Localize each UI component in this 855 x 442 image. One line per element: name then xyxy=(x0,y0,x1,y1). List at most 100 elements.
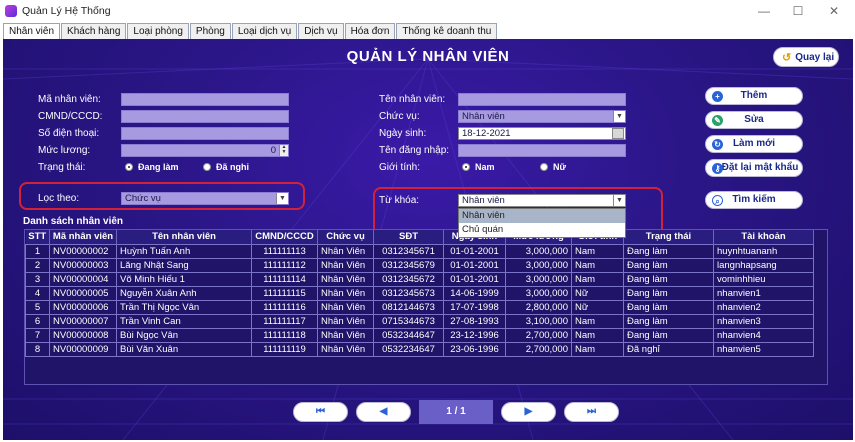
table-row[interactable]: 1 NV00000002 Huỳnh Tuấn Anh 111111113 Nhân V… xyxy=(25,243,814,259)
them-button[interactable]: + Thêm xyxy=(705,87,803,105)
table-cell: Đã nghỉ xyxy=(623,341,714,357)
table-cell: 111111113 xyxy=(251,243,318,259)
tab-nhan-vien[interactable]: Nhân viên xyxy=(3,23,61,40)
dropdown-option-nhan-vien[interactable]: Nhân viên xyxy=(459,209,625,223)
last-page-button[interactable]: ⏭ xyxy=(564,402,619,422)
table-cell: Đang làm xyxy=(623,299,714,315)
muc-luong-value: 0 xyxy=(270,145,276,156)
col-tai-khoan[interactable]: Tài khoản xyxy=(713,230,814,244)
tab-dich-vu[interactable]: Dịch vụ xyxy=(298,23,344,39)
table-cell: 7 xyxy=(25,327,50,343)
muc-luong-label: Mức lương: xyxy=(38,145,91,156)
next-page-button[interactable]: ▶ xyxy=(501,402,556,422)
table-cell: NV00000009 xyxy=(49,341,117,357)
col-sdt[interactable]: SĐT xyxy=(373,230,444,244)
table-cell: Nữ xyxy=(571,299,624,315)
col-stt[interactable]: STT xyxy=(25,230,50,244)
lam-moi-button[interactable]: ↻ Làm mới xyxy=(705,135,803,153)
ma-nhan-vien-label: Mã nhân viên: xyxy=(38,94,101,105)
edit-icon: ✎ xyxy=(712,115,723,126)
radio-nam[interactable]: Nam xyxy=(462,162,495,172)
table-cell: 14-06-1999 xyxy=(443,285,506,301)
ngay-sinh-value: 18-12-2021 xyxy=(462,128,511,139)
tu-khoa-value: Nhân viên xyxy=(462,195,505,206)
employee-panel: QUẢN LÝ NHÂN VIÊN ↺ Quay lại Mã nhân viê… xyxy=(3,39,853,440)
radio-nu[interactable]: Nữ xyxy=(540,162,566,172)
dat-lai-mat-khau-button[interactable]: ⚷ Đặt lại mật khẩu xyxy=(705,159,803,177)
close-button[interactable]: ✕ xyxy=(822,3,846,19)
table-cell: Đang làm xyxy=(623,271,714,287)
table-cell: huynhtuananh xyxy=(713,243,814,259)
prev-page-button[interactable]: ◀ xyxy=(356,402,411,422)
sua-button[interactable]: ✎ Sửa xyxy=(705,111,803,129)
table-row[interactable]: 2 NV00000003 Lăng Nhật Sang 111111112 Nhân V… xyxy=(25,257,814,273)
tab-khach-hang[interactable]: Khách hàng xyxy=(61,23,127,39)
table-cell: 01-01-2001 xyxy=(443,271,506,287)
table-cell: Nhân Viên xyxy=(317,271,374,287)
table-cell: 0312345672 xyxy=(373,271,444,287)
back-button[interactable]: ↺ Quay lại xyxy=(773,47,839,67)
table-cell: 111111118 xyxy=(251,327,318,343)
radio-dang-lam[interactable]: Đang làm xyxy=(125,162,179,172)
ten-nv-input[interactable] xyxy=(458,93,626,106)
tab-loai-dich-vu[interactable]: Loại dịch vụ xyxy=(231,23,298,39)
first-page-button[interactable]: ⏮ xyxy=(293,402,348,422)
table-cell: nhanvien1 xyxy=(713,285,814,301)
dropdown-option-chu-quan[interactable]: Chủ quán xyxy=(459,223,625,237)
pagination: ⏮ ◀ 1 / 1 ▶ ⏭ xyxy=(293,400,619,424)
table-cell: Đang làm xyxy=(623,257,714,273)
table-row[interactable]: 6 NV00000007 Trần Vinh Can 111111117 Nhân Vi… xyxy=(25,313,814,329)
table-cell: NV00000003 xyxy=(49,257,117,273)
spinner-arrows-icon[interactable]: ▲ ▼ xyxy=(279,145,288,156)
col-cmnd[interactable]: CMND/CCCD xyxy=(251,230,318,244)
tab-thong-ke[interactable]: Thống kê doanh thu xyxy=(396,23,498,39)
table-row[interactable]: 4 NV00000005 Nguyễn Xuân Anh 111111115 Nhân … xyxy=(25,285,814,301)
sdt-input[interactable] xyxy=(121,127,289,140)
table-row[interactable]: 5 NV00000006 Trần Thị Ngọc Vân 111111116 Nhâ… xyxy=(25,299,814,315)
col-ma-nv[interactable]: Mã nhân viên xyxy=(49,230,117,244)
table-cell: 0312345671 xyxy=(373,243,444,259)
tab-loai-phong[interactable]: Loại phòng xyxy=(127,23,189,39)
ma-nhan-vien-input[interactable] xyxy=(121,93,289,106)
table-row[interactable]: 7 NV00000008 Bùi Ngọc Vân 111111118 Nhân Viê… xyxy=(25,327,814,343)
table-row[interactable]: 3 NV00000004 Võ Minh Hiếu 1 111111114 Nhân V… xyxy=(25,271,814,287)
table-cell: 111111116 xyxy=(251,299,318,315)
table-cell: 0532344647 xyxy=(373,327,444,343)
col-ten-nv[interactable]: Tên nhân viên xyxy=(116,230,252,244)
employee-table: STT Mã nhân viên Tên nhân viên CMND/CCCD… xyxy=(24,229,828,385)
radio-unchecked-icon xyxy=(203,163,211,171)
ten-dang-nhap-label: Tên đăng nhập: xyxy=(379,145,450,156)
muc-luong-stepper[interactable]: 0 ▲ ▼ xyxy=(121,144,289,157)
minimize-button[interactable]: — xyxy=(752,3,776,19)
table-cell: Trần Vinh Can xyxy=(116,313,252,329)
cmnd-input[interactable] xyxy=(121,110,289,123)
table-cell: 0312345679 xyxy=(373,257,444,273)
table-cell: Trần Thị Ngọc Vân xyxy=(116,299,252,315)
tu-khoa-select[interactable]: Nhân viên ▼ xyxy=(458,194,626,207)
table-cell: 2,700,000 xyxy=(505,341,572,357)
tim-kiem-button[interactable]: ⌕ Tìm kiếm xyxy=(705,191,803,209)
loc-theo-value: Chức vụ xyxy=(125,193,161,204)
table-cell: 111111112 xyxy=(251,257,318,273)
radio-da-nghi[interactable]: Đã nghỉ xyxy=(203,162,249,172)
tab-phong[interactable]: Phòng xyxy=(189,23,231,39)
maximize-button[interactable]: ☐ xyxy=(786,3,810,19)
table-cell: 2,800,000 xyxy=(505,299,572,315)
table-cell: 1 xyxy=(25,243,50,259)
loc-theo-label: Lọc theo: xyxy=(38,193,80,204)
loc-theo-select[interactable]: Chức vụ ▼ xyxy=(121,192,289,205)
radio-checked-icon xyxy=(462,163,470,171)
tab-hoa-don[interactable]: Hóa đơn xyxy=(344,23,396,39)
table-cell: nhanvien3 xyxy=(713,313,814,329)
table-row[interactable]: 8 NV00000009 Bùi Văn Xuân 111111119 Nhân Viê… xyxy=(25,341,814,357)
chuc-vu-select[interactable]: Nhân viên ▼ xyxy=(458,110,626,123)
col-trang-thai[interactable]: Trạng thái xyxy=(623,230,714,244)
ngay-sinh-input[interactable]: 18-12-2021 xyxy=(458,127,626,140)
col-chuc-vu[interactable]: Chức vụ xyxy=(317,230,374,244)
ten-dang-nhap-input[interactable] xyxy=(458,144,626,157)
table-cell: 23-06-1996 xyxy=(443,341,506,357)
table-cell: 3,000,000 xyxy=(505,285,572,301)
calendar-icon[interactable] xyxy=(612,128,624,139)
radio-checked-icon xyxy=(125,163,133,171)
table-cell: 01-01-2001 xyxy=(443,257,506,273)
